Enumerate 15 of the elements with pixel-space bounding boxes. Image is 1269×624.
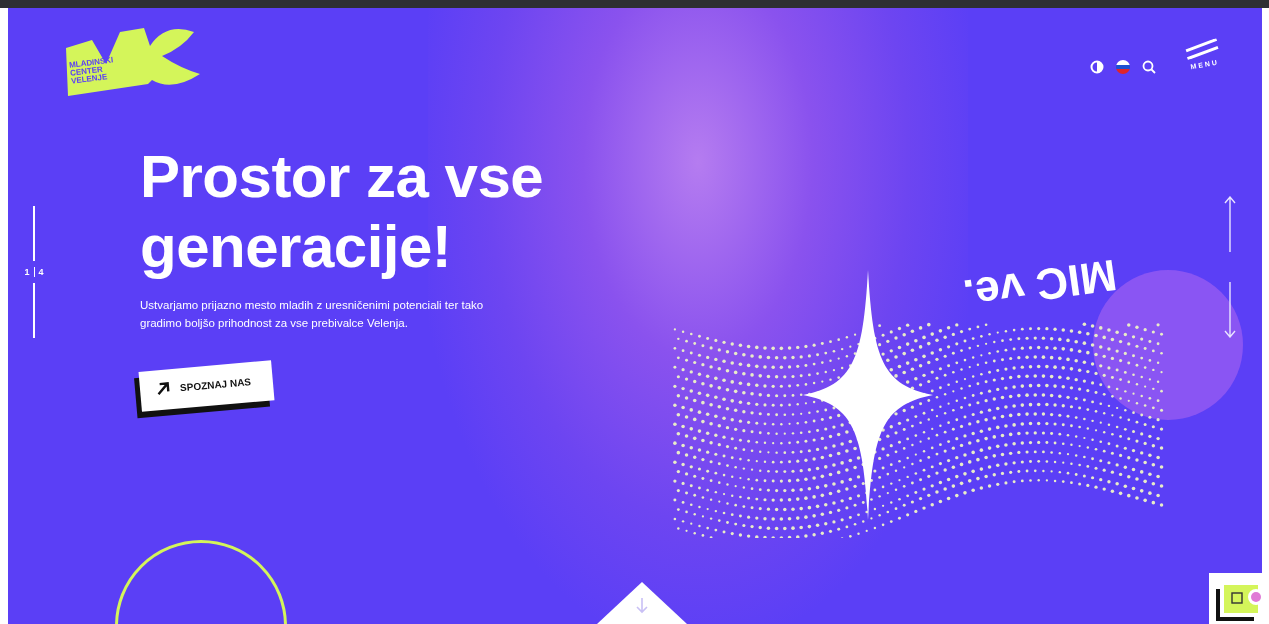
contrast-icon[interactable] <box>1090 60 1104 74</box>
up-arrow-icon[interactable] <box>1224 196 1236 252</box>
arrow-icon <box>155 381 171 397</box>
hero-description: Ustvarjamo prijazno mesto mladih z uresničenimi potenciali ter tako gradimo boljšo prihodnost za vse prebivalce Velenja. <box>140 298 485 331</box>
floating-widget[interactable] <box>1209 573 1262 624</box>
search-icon[interactable] <box>1142 60 1156 74</box>
hero-title: Prostor za vse <box>140 142 545 212</box>
scroll-down-button[interactable] <box>597 582 687 624</box>
slide-total: 4 <box>33 267 44 277</box>
down-arrow-icon[interactable] <box>1224 282 1236 338</box>
tagline-text: MIC ve. <box>960 249 1120 321</box>
slide-number: 1 <box>24 267 30 277</box>
hero-title: generacije! <box>140 212 453 282</box>
flag-icon[interactable] <box>1116 60 1130 74</box>
menu-icon <box>1183 37 1221 60</box>
